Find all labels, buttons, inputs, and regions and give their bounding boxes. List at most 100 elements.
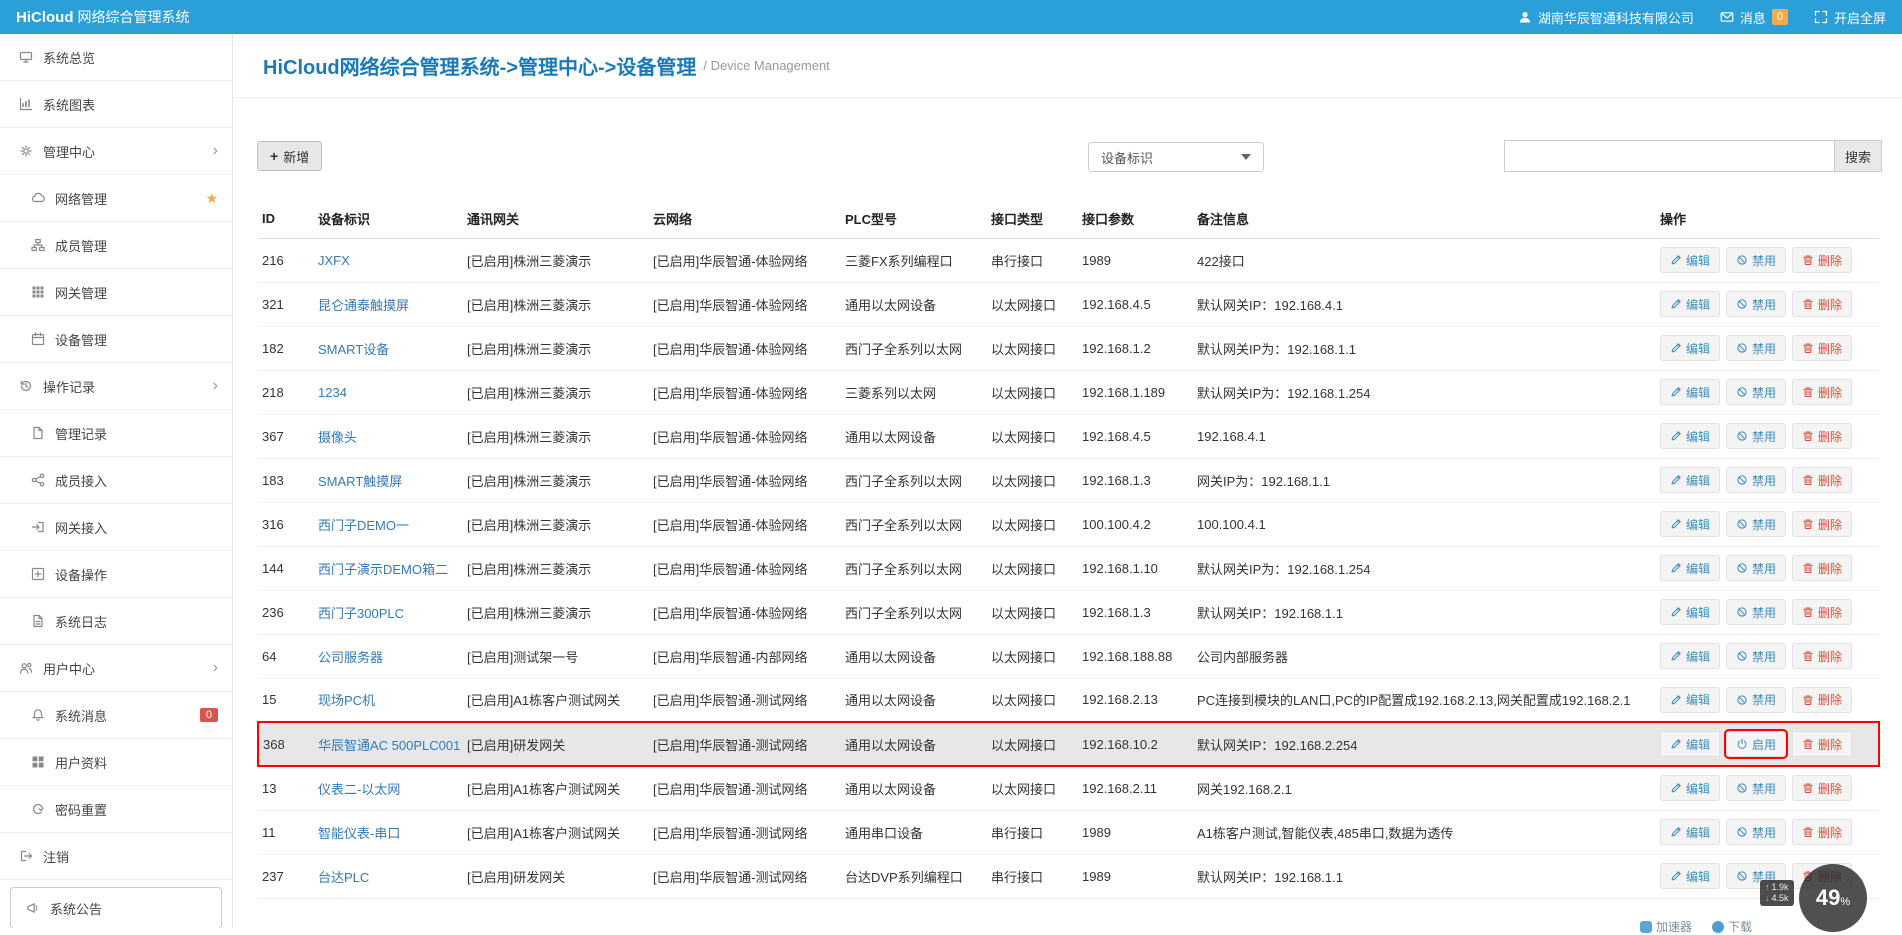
app-logo[interactable]: HiCloud网络综合管理系统 (16, 7, 190, 27)
partial-footer-links: 加速器 下载 (1640, 918, 1752, 935)
disable-button[interactable]: 禁用 (1726, 379, 1786, 405)
sidebar-item-logout[interactable]: 注销 (0, 833, 232, 880)
company-menu[interactable]: 湖南华辰智通科技有限公司 (1518, 8, 1694, 27)
disable-button[interactable]: 禁用 (1726, 599, 1786, 625)
disable-button[interactable]: 禁用 (1726, 819, 1786, 845)
sidebar-item-admin-records[interactable]: 管理记录 (0, 410, 232, 457)
sidebar-item-member-mgmt[interactable]: 成员管理 (0, 222, 232, 269)
disable-button[interactable]: 禁用 (1726, 775, 1786, 801)
sidebar-item-system-messages[interactable]: 系统消息0 (0, 692, 232, 739)
delete-button[interactable]: 删除 (1792, 643, 1852, 669)
edit-button[interactable]: 编辑 (1660, 731, 1720, 757)
edit-button[interactable]: 编辑 (1660, 423, 1720, 449)
sidebar-item-member-access[interactable]: 成员接入 (0, 457, 232, 504)
cell-interface-type: 以太网接口 (987, 722, 1078, 766)
sidebar-item-system-notice[interactable]: 系统公告 (10, 887, 222, 928)
sidebar-item-system-log[interactable]: 系统日志 (0, 598, 232, 645)
delete-button[interactable]: 删除 (1792, 775, 1852, 801)
edit-button[interactable]: 编辑 (1660, 775, 1720, 801)
disable-button[interactable]: 禁用 (1726, 467, 1786, 493)
add-device-button[interactable]: +新增 (257, 141, 322, 171)
device-link[interactable]: 仪表二-以太网 (318, 782, 400, 797)
cell-plc-model: 通用串口设备 (841, 810, 987, 854)
device-link[interactable]: 华辰智通AC 500PLC001 (318, 738, 460, 753)
delete-button[interactable]: 删除 (1792, 731, 1852, 757)
edit-button[interactable]: 编辑 (1660, 555, 1720, 581)
edit-button[interactable]: 编辑 (1660, 643, 1720, 669)
disable-button[interactable]: 禁用 (1726, 555, 1786, 581)
sidebar-item-device-ops[interactable]: 设备操作 (0, 551, 232, 598)
sidebar-item-op-records[interactable]: 操作记录› (0, 363, 232, 410)
messages-label: 消息 (1740, 8, 1766, 27)
delete-button[interactable]: 删除 (1792, 247, 1852, 273)
cell-actions: 编辑禁用删除 (1648, 590, 1879, 634)
sidebar-item-user-profile[interactable]: 用户资料 (0, 739, 232, 786)
device-link[interactable]: SMART触摸屏 (318, 474, 402, 489)
disable-button[interactable]: 禁用 (1726, 291, 1786, 317)
delete-button[interactable]: 删除 (1792, 599, 1852, 625)
edit-button[interactable]: 编辑 (1660, 291, 1720, 317)
sidebar-item-password-reset[interactable]: 密码重置 (0, 786, 232, 833)
sidebar-item-device-mgmt[interactable]: 设备管理 (0, 316, 232, 363)
cell-id: 13 (258, 766, 314, 810)
delete-button[interactable]: 删除 (1792, 291, 1852, 317)
device-link[interactable]: 昆仑通泰触摸屏 (318, 298, 409, 313)
edit-button[interactable]: 编辑 (1660, 863, 1720, 889)
disable-button[interactable]: 禁用 (1726, 247, 1786, 273)
edit-button[interactable]: 编辑 (1660, 467, 1720, 493)
filter-dropdown[interactable]: 设备标识 (1088, 142, 1264, 172)
device-link[interactable]: 1234 (318, 385, 347, 400)
delete-button[interactable]: 删除 (1792, 467, 1852, 493)
device-link[interactable]: JXFX (318, 253, 350, 268)
search-button[interactable]: 搜索 (1834, 140, 1882, 172)
floating-monitor-ball[interactable]: 49 % (1799, 864, 1867, 932)
disable-button[interactable]: 禁用 (1726, 511, 1786, 537)
sidebar-item-network-mgmt[interactable]: 网络管理★ (0, 175, 232, 222)
sidebar-item-gateway-access[interactable]: 网关接入 (0, 504, 232, 551)
disable-button[interactable]: 禁用 (1726, 643, 1786, 669)
device-link[interactable]: 智能仪表-串口 (318, 826, 400, 841)
edit-button[interactable]: 编辑 (1660, 379, 1720, 405)
sidebar-item-label: 管理记录 (55, 424, 218, 443)
edit-button[interactable]: 编辑 (1660, 599, 1720, 625)
cell-device-name: 1234 (314, 370, 463, 414)
table-row: 236西门子300PLC[已启用]株洲三菱演示[已启用]华辰智通-体验网络西门子… (258, 590, 1879, 634)
delete-button[interactable]: 删除 (1792, 511, 1852, 537)
search-input[interactable] (1504, 140, 1834, 172)
sidebar-item-user-center[interactable]: 用户中心› (0, 645, 232, 692)
sidebar-item-charts[interactable]: 系统图表 (0, 81, 232, 128)
device-link[interactable]: 西门子DEMO一 (318, 518, 409, 533)
sidebar-item-admin-center[interactable]: 管理中心› (0, 128, 232, 175)
edit-button[interactable]: 编辑 (1660, 819, 1720, 845)
disable-button[interactable]: 禁用 (1726, 423, 1786, 449)
sidebar-item-overview[interactable]: 系统总览 (0, 34, 232, 81)
cell-device-name: 台达PLC (314, 854, 463, 898)
delete-button[interactable]: 删除 (1792, 555, 1852, 581)
download-link[interactable]: 下载 (1712, 918, 1752, 935)
edit-button[interactable]: 编辑 (1660, 687, 1720, 713)
company-name: 湖南华辰智通科技有限公司 (1538, 8, 1694, 27)
device-link[interactable]: SMART设备 (318, 342, 389, 357)
edit-button[interactable]: 编辑 (1660, 335, 1720, 361)
delete-button[interactable]: 删除 (1792, 335, 1852, 361)
delete-button[interactable]: 删除 (1792, 423, 1852, 449)
disable-button[interactable]: 禁用 (1726, 335, 1786, 361)
edit-button[interactable]: 编辑 (1660, 247, 1720, 273)
device-link[interactable]: 西门子演示DEMO箱二 (318, 562, 448, 577)
accelerator-link[interactable]: 加速器 (1640, 918, 1692, 935)
device-link[interactable]: 西门子300PLC (318, 606, 404, 621)
device-link[interactable]: 公司服务器 (318, 650, 383, 665)
cell-actions: 编辑禁用删除 (1648, 414, 1879, 458)
enable-button[interactable]: 启用 (1726, 731, 1786, 757)
messages-menu[interactable]: 消息 0 (1720, 8, 1788, 27)
disable-button[interactable]: 禁用 (1726, 687, 1786, 713)
sidebar-item-gateway-mgmt[interactable]: 网关管理 (0, 269, 232, 316)
delete-button[interactable]: 删除 (1792, 687, 1852, 713)
edit-button[interactable]: 编辑 (1660, 511, 1720, 537)
device-link[interactable]: 台达PLC (318, 870, 369, 885)
delete-button[interactable]: 删除 (1792, 379, 1852, 405)
device-link[interactable]: 现场PC机 (318, 693, 375, 708)
delete-button[interactable]: 删除 (1792, 819, 1852, 845)
fullscreen-toggle[interactable]: 开启全屏 (1814, 8, 1886, 27)
device-link[interactable]: 摄像头 (318, 430, 357, 445)
